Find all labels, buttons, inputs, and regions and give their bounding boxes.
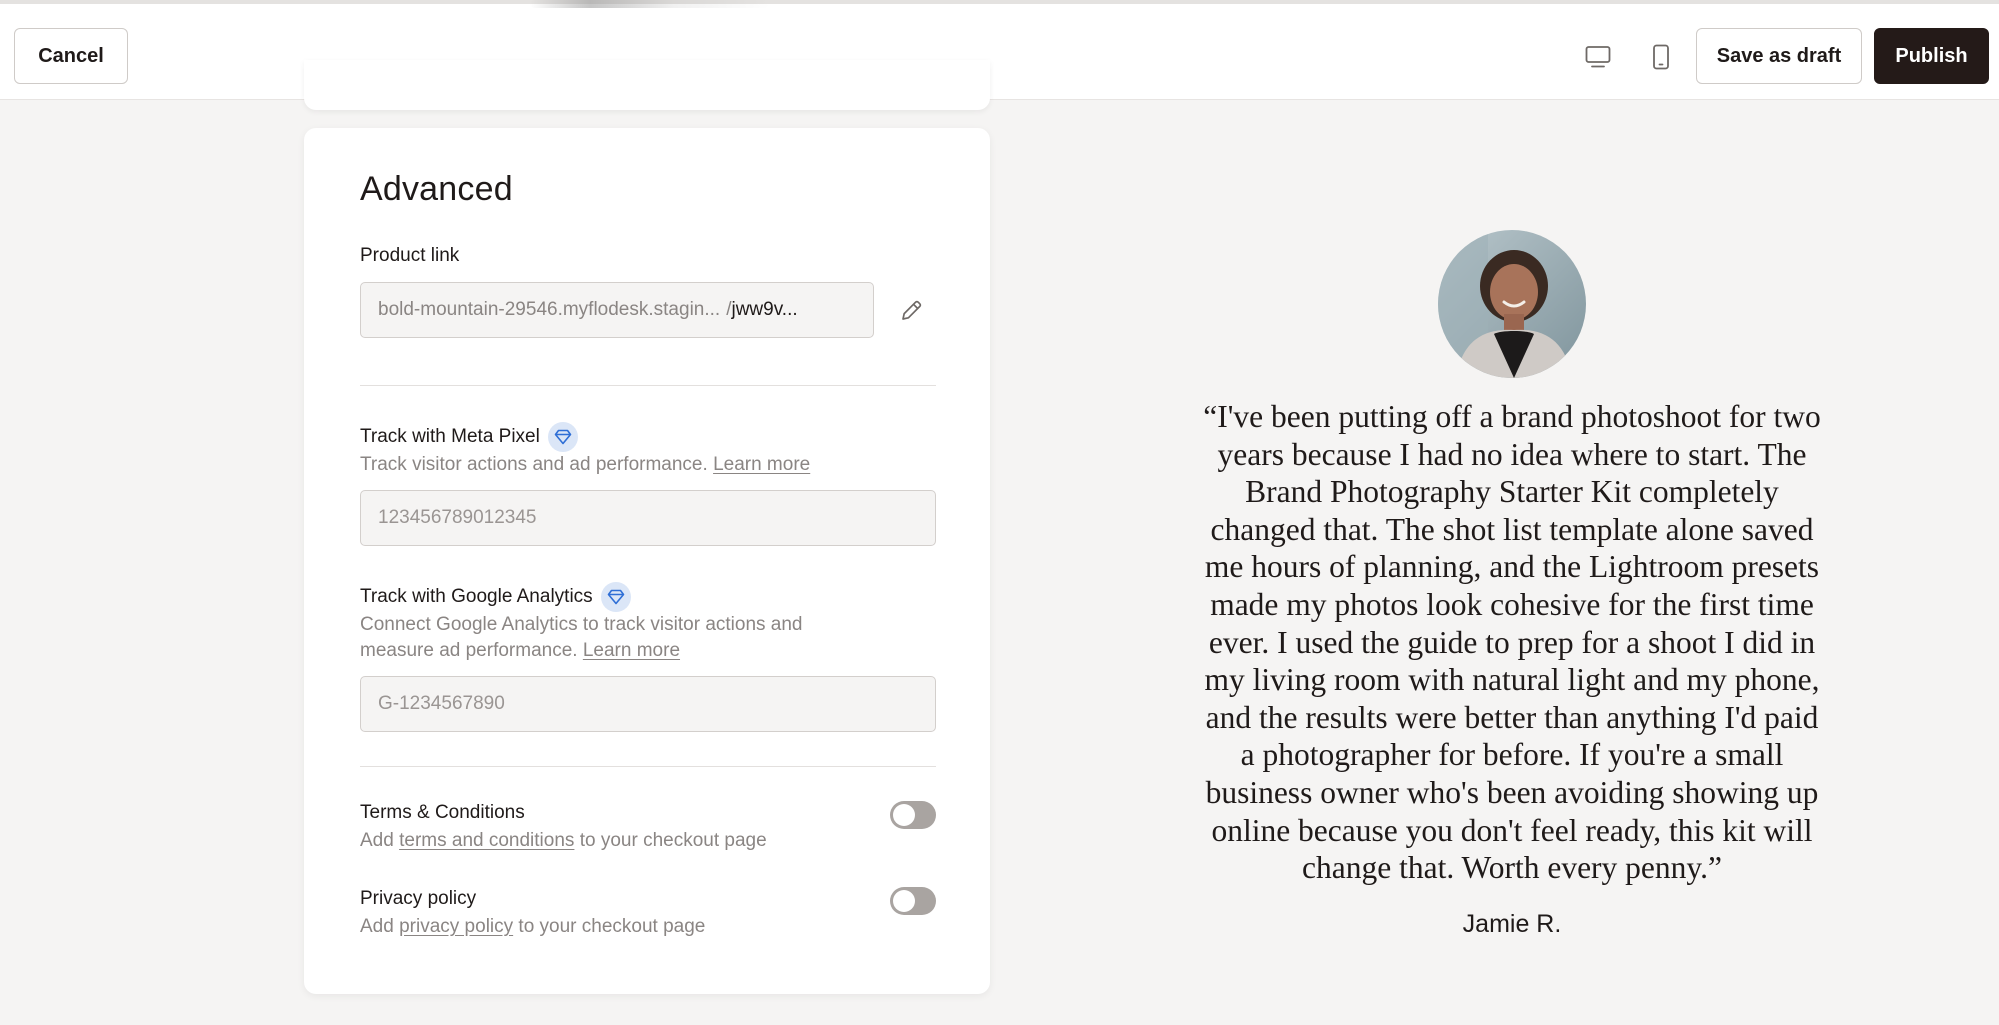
google-analytics-description: Connect Google Analytics to track visito… bbox=[360, 612, 920, 664]
diamond-icon bbox=[600, 582, 631, 612]
toggle-knob bbox=[893, 890, 915, 912]
google-analytics-header: Track with Google Analytics bbox=[360, 582, 631, 612]
scroll-indicator bbox=[530, 0, 770, 8]
meta-pixel-header: Track with Meta Pixel bbox=[360, 422, 578, 452]
terms-toggle[interactable] bbox=[890, 801, 936, 829]
save-as-draft-button[interactable]: Save as draft bbox=[1696, 28, 1862, 84]
quote-line: and the results were better than anythin… bbox=[1205, 699, 1819, 735]
quote-line: years because I had no idea where to sta… bbox=[1217, 436, 1807, 472]
divider bbox=[360, 766, 936, 767]
terms-link[interactable]: terms and conditions bbox=[399, 830, 574, 851]
mobile-icon[interactable] bbox=[1646, 42, 1676, 72]
quote-line: changed that. The shot list template alo… bbox=[1210, 511, 1814, 547]
cancel-button[interactable]: Cancel bbox=[14, 28, 128, 84]
quote-line: “I've been putting off a brand photoshoo… bbox=[1203, 399, 1821, 434]
previous-card bbox=[304, 60, 990, 110]
terms-desc-prefix: Add bbox=[360, 830, 394, 851]
author-avatar bbox=[1438, 230, 1586, 378]
privacy-toggle[interactable] bbox=[890, 887, 936, 915]
privacy-policy-link[interactable]: privacy policy bbox=[399, 916, 513, 937]
testimonial-author: Jamie R. bbox=[1462, 910, 1562, 938]
meta-pixel-description: Track visitor actions and ad performance… bbox=[360, 452, 810, 478]
testimonial-quote: “I've been putting off a brand photoshoo… bbox=[1168, 398, 1856, 887]
terms-description: Add terms and conditions to your checkou… bbox=[360, 828, 767, 854]
privacy-desc-prefix: Add bbox=[360, 916, 394, 937]
quote-line: Brand Photography Starter Kit completely bbox=[1245, 474, 1779, 510]
toggle-knob bbox=[893, 804, 915, 826]
quote-line: online because you don't feel ready, thi… bbox=[1211, 812, 1813, 848]
quote-line: ever. I used the guide to prep for a sho… bbox=[1208, 624, 1816, 660]
google-analytics-input[interactable] bbox=[360, 676, 936, 732]
google-analytics-desc-line2: measure ad performance. bbox=[360, 640, 578, 661]
meta-pixel-learn-more-link[interactable]: Learn more bbox=[713, 454, 810, 475]
product-link-field[interactable]: bold-mountain-29546.myflodesk.stagin... … bbox=[360, 282, 874, 338]
quote-line: business owner who's been avoiding showi… bbox=[1205, 774, 1819, 810]
top-strip bbox=[0, 0, 1999, 8]
terms-desc-suffix: to your checkout page bbox=[579, 830, 767, 851]
product-link-domain: bold-mountain-29546.myflodesk.stagin... bbox=[378, 299, 721, 320]
publish-button[interactable]: Publish bbox=[1874, 28, 1989, 84]
quote-line: me hours of planning, and the Lightroom … bbox=[1204, 549, 1820, 585]
quote-line: my living room with natural light and my… bbox=[1204, 662, 1820, 698]
meta-pixel-input[interactable] bbox=[360, 490, 936, 546]
advanced-card: Advanced Product link bold-mountain-2954… bbox=[304, 128, 990, 994]
pencil-icon[interactable] bbox=[896, 296, 926, 326]
desktop-icon[interactable] bbox=[1583, 42, 1613, 72]
privacy-description: Add privacy policy to your checkout page bbox=[360, 914, 705, 940]
product-link-label: Product link bbox=[360, 245, 460, 266]
product-link-slug: jww9v... bbox=[731, 299, 798, 320]
divider bbox=[360, 385, 936, 386]
section-title: Advanced bbox=[360, 170, 513, 208]
meta-pixel-label: Track with Meta Pixel bbox=[360, 426, 540, 447]
google-analytics-desc-line1: Connect Google Analytics to track visito… bbox=[360, 614, 803, 635]
privacy-label: Privacy policy bbox=[360, 888, 477, 909]
google-analytics-label: Track with Google Analytics bbox=[360, 586, 593, 607]
google-analytics-learn-more-link[interactable]: Learn more bbox=[583, 640, 680, 661]
meta-pixel-desc-text: Track visitor actions and ad performance… bbox=[360, 454, 708, 475]
quote-line: a photographer for before. If you're a s… bbox=[1240, 737, 1784, 773]
quote-line: made my photos look cohesive for the fir… bbox=[1210, 586, 1814, 622]
diamond-icon bbox=[547, 422, 578, 452]
top-bar: Cancel Save as draft Publish bbox=[0, 0, 1999, 100]
privacy-desc-suffix: to your checkout page bbox=[518, 916, 706, 937]
quote-line: change that. Worth every penny.” bbox=[1302, 850, 1722, 886]
terms-label: Terms & Conditions bbox=[360, 802, 525, 823]
